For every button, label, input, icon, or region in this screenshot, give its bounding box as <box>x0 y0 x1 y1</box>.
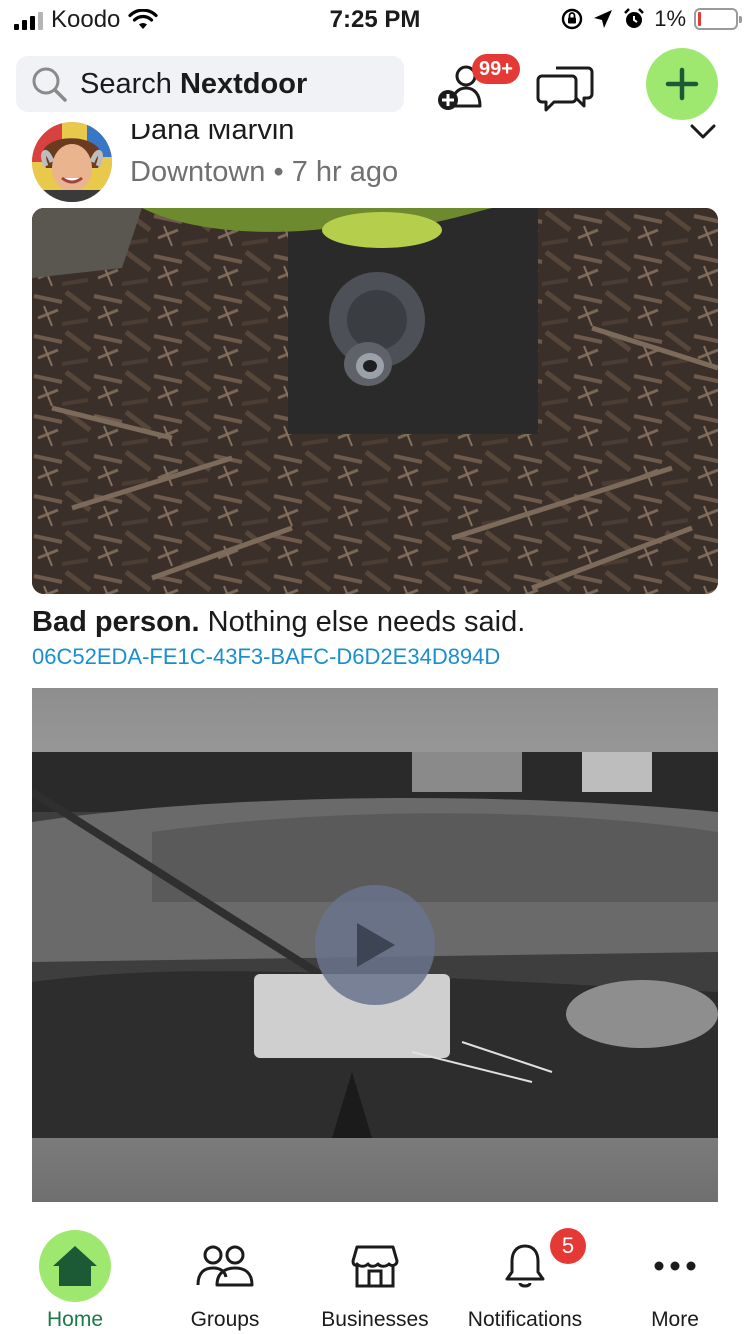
search-icon <box>32 67 67 102</box>
doorbell-camera-photo <box>32 208 718 594</box>
rotation-lock-icon <box>562 8 583 30</box>
alarm-icon <box>624 8 645 28</box>
house-icon <box>53 1246 97 1286</box>
nav-notifications-label: Notifications <box>467 1308 583 1331</box>
top-header: Search Nextdoor 99+ <box>0 48 750 124</box>
nav-more[interactable]: More <box>600 1218 750 1334</box>
bottom-nav: Home Groups Businesses Notifications 5 M… <box>0 1218 750 1334</box>
storefront-icon <box>351 1245 399 1288</box>
post-photo[interactable] <box>32 208 718 594</box>
nav-businesses-label: Businesses <box>321 1308 429 1331</box>
nav-groups-label: Groups <box>190 1308 260 1331</box>
search-placeholder: Search Nextdoor <box>80 67 308 100</box>
status-right: 1% <box>560 6 742 32</box>
author-avatar[interactable] <box>32 122 112 202</box>
nav-home[interactable]: Home <box>0 1218 150 1334</box>
nav-more-label: More <box>651 1308 699 1331</box>
people-icon <box>196 1245 254 1287</box>
nav-businesses[interactable]: Businesses <box>300 1218 450 1334</box>
notifications-count-badge: 5 <box>550 1228 586 1264</box>
invite-count-badge: 99+ <box>472 54 520 84</box>
more-dots-icon <box>654 1261 696 1271</box>
battery-icon <box>694 8 742 30</box>
post-author-row: Dana Marvin Downtown • 7 hr ago <box>32 122 722 202</box>
messages-icon[interactable] <box>536 62 594 112</box>
chevron-down-icon[interactable] <box>688 120 718 144</box>
post-body: Bad person. Nothing else needs said. <box>32 606 526 638</box>
post-link[interactable]: 06C52EDA-FE1C-43F3-BAFC-D6D2E34D894D <box>32 644 500 670</box>
avatar-photo <box>32 122 112 202</box>
post-time: 7 hr ago <box>291 156 399 188</box>
play-icon <box>357 923 395 967</box>
search-bar[interactable]: Search Nextdoor <box>16 56 404 112</box>
nav-groups[interactable]: Groups <box>150 1218 300 1334</box>
compose-post-button[interactable] <box>646 48 718 120</box>
author-location[interactable]: Downtown <box>130 156 265 188</box>
meta-separator: • <box>273 156 284 188</box>
battery-percent: 1% <box>654 6 686 31</box>
bell-icon <box>505 1244 545 1288</box>
post-video[interactable] <box>32 688 718 1202</box>
location-arrow-icon <box>594 10 613 28</box>
status-bar: Koodo 7:25 PM 1% <box>0 0 750 40</box>
play-button[interactable] <box>315 885 435 1005</box>
plus-icon <box>665 67 699 101</box>
post-meta: Downtown • 7 hr ago <box>130 156 398 189</box>
nav-home-label: Home <box>46 1308 104 1331</box>
